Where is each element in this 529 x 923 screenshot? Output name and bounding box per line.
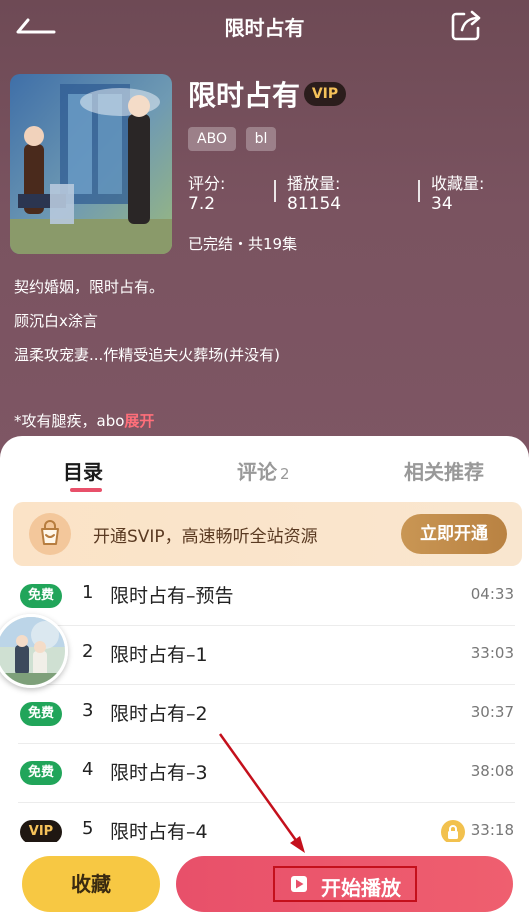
description-text: *攻有腿疾，abo <box>14 412 125 430</box>
start-play-label: 开始播放 <box>321 876 401 900</box>
episode-number: 1 <box>82 582 94 603</box>
tab-catalog[interactable]: 目录 <box>63 456 103 485</box>
book-title: 限时占有 <box>188 79 301 112</box>
share-icon[interactable] <box>448 8 484 44</box>
tag-bl[interactable]: bl <box>246 127 276 151</box>
description-line: *攻有腿疾，abo展开 <box>14 410 154 431</box>
stat-divider <box>274 180 276 202</box>
book-cover[interactable] <box>10 74 172 254</box>
svip-subscribe-button[interactable]: 立即开通 <box>401 514 507 554</box>
episode-number: 4 <box>82 759 94 780</box>
episode-row[interactable]: 免费 4 限时占有–3 38:08 <box>0 744 529 803</box>
episode-row[interactable]: 免费 1 限时占有–预告 04:33 <box>0 567 529 626</box>
start-play-button[interactable]: 开始播放 <box>176 856 513 912</box>
comments-count: 2 <box>280 465 290 483</box>
plays-value: 81154 <box>287 194 342 214</box>
vip-badge: VIP <box>20 820 62 844</box>
free-badge: 免费 <box>20 761 62 785</box>
rating-label: 评分: <box>188 174 226 193</box>
episode-title: 限时占有–1 <box>110 644 208 666</box>
episode-duration: 04:33 <box>470 585 514 603</box>
stat-divider <box>418 180 420 202</box>
free-badge: 免费 <box>20 584 62 608</box>
episode-number: 5 <box>82 818 94 839</box>
episode-title: 限时占有–预告 <box>110 585 234 607</box>
lock-icon <box>441 820 465 844</box>
episode-duration: 30:37 <box>470 703 514 721</box>
top-bar: 限时占有 <box>0 0 529 54</box>
episode-number: 3 <box>82 700 94 721</box>
free-badge: 免费 <box>20 702 62 726</box>
rating-value: 7.2 <box>188 194 216 214</box>
svip-banner[interactable]: 开通SVIP，高速畅听全站资源 立即开通 <box>13 502 522 566</box>
description-line: 温柔攻宠妻...作精受追夫火葬场(并没有) <box>14 346 281 364</box>
vip-badge: VIP <box>304 82 346 106</box>
svip-promo-text: 开通SVIP，高速畅听全站资源 <box>93 527 318 547</box>
episode-title: 限时占有–2 <box>110 703 208 725</box>
episode-title: 限时占有–4 <box>110 821 208 843</box>
plays-label: 播放量: <box>287 174 341 193</box>
tab-related[interactable]: 相关推荐 <box>404 456 484 485</box>
description-line: 顾沉白x涂言 <box>14 312 98 330</box>
episode-number: 2 <box>82 641 94 662</box>
description-line: 契约婚姻，限时占有。 <box>14 278 165 296</box>
episode-status: 已完结・共19集 <box>188 235 298 253</box>
favorites-value: 34 <box>431 194 453 214</box>
episode-duration: 33:18 <box>470 821 514 839</box>
active-tab-indicator <box>70 488 102 492</box>
episode-row[interactable]: 2 限时占有–1 33:03 <box>0 626 529 685</box>
tag-abo[interactable]: ABO <box>188 127 236 151</box>
annotation-highlight-box: 开始播放 <box>273 866 417 902</box>
tab-comments-label: 评论 <box>237 460 277 484</box>
tab-comments[interactable]: 评论 2 <box>237 456 290 485</box>
episode-title: 限时占有–3 <box>110 762 208 784</box>
collect-button[interactable]: 收藏 <box>22 856 160 912</box>
expand-link[interactable]: 展开 <box>124 412 154 430</box>
book-header: 限时占有 限时占有 VIP ABO bl 评分: 7.2 播放量: 81154 … <box>0 0 529 470</box>
shopping-bag-icon <box>29 513 71 555</box>
episode-duration: 38:08 <box>470 762 514 780</box>
play-icon <box>291 876 307 892</box>
favorites-label: 收藏量: <box>431 174 485 193</box>
episode-row[interactable]: 免费 3 限时占有–2 30:37 <box>0 685 529 744</box>
episode-duration: 33:03 <box>470 644 514 662</box>
